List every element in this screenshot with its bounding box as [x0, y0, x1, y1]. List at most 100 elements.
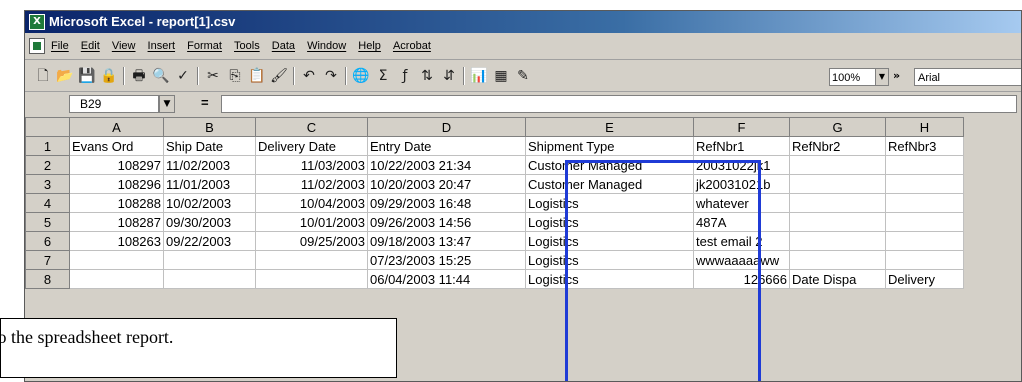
cell-h4[interactable]	[885, 193, 964, 213]
cell-h5[interactable]	[885, 212, 964, 232]
cell-c7[interactable]	[255, 250, 368, 270]
redo-icon[interactable]: ↷	[321, 66, 341, 86]
cell-b7[interactable]	[163, 250, 256, 270]
cell-g7[interactable]	[789, 250, 886, 270]
menu-format[interactable]: Format	[187, 40, 222, 52]
menu-view[interactable]: View	[112, 40, 136, 52]
cell-g6[interactable]	[789, 231, 886, 251]
zoom-select[interactable]: 100% ▼	[829, 68, 889, 86]
row-header[interactable]: 6	[25, 231, 70, 251]
cell-d7[interactable]: 07/23/2003 15:25	[367, 250, 526, 270]
cell-d4[interactable]: 09/29/2003 16:48	[367, 193, 526, 213]
name-box[interactable]: B29	[69, 95, 159, 113]
function-icon[interactable]: ƒ	[395, 66, 415, 86]
sort-ascending-icon[interactable]: ⇅	[417, 66, 437, 86]
cell-d1[interactable]: Entry Date	[367, 136, 526, 156]
drawing-icon[interactable]: ✎	[513, 66, 533, 86]
cell-d3[interactable]: 10/20/2003 20:47	[367, 174, 526, 194]
cell-c5[interactable]: 10/01/2003	[255, 212, 368, 232]
cell-a7[interactable]	[69, 250, 164, 270]
cell-a5[interactable]: 108287	[69, 212, 164, 232]
select-all-corner[interactable]	[25, 117, 70, 137]
cell-b3[interactable]: 11/01/2003	[163, 174, 256, 194]
cell-c8[interactable]	[255, 269, 368, 289]
menu-data[interactable]: Data	[272, 40, 295, 52]
cell-a6[interactable]: 108263	[69, 231, 164, 251]
cell-b6[interactable]: 09/22/2003	[163, 231, 256, 251]
cell-g3[interactable]	[789, 174, 886, 194]
cell-h6[interactable]	[885, 231, 964, 251]
cell-h8[interactable]: Delivery	[885, 269, 964, 289]
workbook-icon[interactable]	[29, 38, 45, 54]
cut-icon[interactable]: ✂	[203, 66, 223, 86]
title-bar[interactable]: X Microsoft Excel - report[1].csv	[25, 11, 1021, 33]
print-icon[interactable]: 🖶	[129, 66, 149, 86]
cell-c3[interactable]: 11/02/2003	[255, 174, 368, 194]
cell-h3[interactable]	[885, 174, 964, 194]
row-header[interactable]: 8	[25, 269, 70, 289]
column-header-f[interactable]: F	[693, 117, 790, 137]
copy-icon[interactable]: ⎘	[225, 66, 245, 86]
formula-input[interactable]	[221, 95, 1017, 113]
cell-e1[interactable]: Shipment Type	[525, 136, 694, 156]
spelling-icon[interactable]: ✓	[173, 66, 193, 86]
cell-c6[interactable]: 09/25/2003	[255, 231, 368, 251]
print-preview-icon[interactable]: 🔍	[151, 66, 171, 86]
cell-b5[interactable]: 09/30/2003	[163, 212, 256, 232]
column-header-c[interactable]: C	[255, 117, 368, 137]
cell-h1[interactable]: RefNbr3	[885, 136, 964, 156]
cell-d5[interactable]: 09/26/2003 14:56	[367, 212, 526, 232]
cell-b4[interactable]: 10/02/2003	[163, 193, 256, 213]
column-header-a[interactable]: A	[69, 117, 164, 137]
menu-window[interactable]: Window	[307, 40, 346, 52]
cell-f1[interactable]: RefNbr1	[693, 136, 790, 156]
cell-g8[interactable]: Date Dispa	[789, 269, 886, 289]
cell-c1[interactable]: Delivery Date	[255, 136, 368, 156]
cell-g2[interactable]	[789, 155, 886, 175]
cell-a4[interactable]: 108288	[69, 193, 164, 213]
cell-d2[interactable]: 10/22/2003 21:34	[367, 155, 526, 175]
font-select[interactable]: Arial	[914, 68, 1021, 86]
row-header[interactable]: 1	[25, 136, 70, 156]
chevron-down-icon[interactable]: ▼	[875, 69, 888, 85]
cell-d8[interactable]: 06/04/2003 11:44	[367, 269, 526, 289]
menu-acrobat[interactable]: Acrobat	[393, 40, 431, 52]
menu-help[interactable]: Help	[358, 40, 381, 52]
column-header-e[interactable]: E	[525, 117, 694, 137]
row-header[interactable]: 3	[25, 174, 70, 194]
column-header-h[interactable]: H	[885, 117, 964, 137]
cell-b1[interactable]: Ship Date	[163, 136, 256, 156]
undo-icon[interactable]: ↶	[299, 66, 319, 86]
column-header-d[interactable]: D	[367, 117, 526, 137]
chart-wizard-icon[interactable]: 📊	[469, 66, 489, 86]
map-icon[interactable]: ▦	[491, 66, 511, 86]
cell-a2[interactable]: 108297	[69, 155, 164, 175]
autosum-icon[interactable]: Σ	[373, 66, 393, 86]
menu-insert[interactable]: Insert	[148, 40, 176, 52]
row-header[interactable]: 5	[25, 212, 70, 232]
menu-file[interactable]: File	[51, 40, 69, 52]
new-icon[interactable]: 🗋	[33, 66, 53, 86]
cell-a8[interactable]	[69, 269, 164, 289]
paste-icon[interactable]: 📋	[247, 66, 267, 86]
cell-c4[interactable]: 10/04/2003	[255, 193, 368, 213]
menu-edit[interactable]: Edit	[81, 40, 100, 52]
toolbar-options-icon[interactable]: »	[893, 69, 900, 82]
row-header[interactable]: 7	[25, 250, 70, 270]
column-header-b[interactable]: B	[163, 117, 256, 137]
row-header[interactable]: 4	[25, 193, 70, 213]
edit-formula-button[interactable]: =	[201, 95, 209, 110]
cell-h7[interactable]	[885, 250, 964, 270]
row-header[interactable]: 2	[25, 155, 70, 175]
open-icon[interactable]: 📂	[55, 66, 75, 86]
cell-a3[interactable]: 108296	[69, 174, 164, 194]
cell-b8[interactable]	[163, 269, 256, 289]
cell-b2[interactable]: 11/02/2003	[163, 155, 256, 175]
chevron-down-icon[interactable]: ▼	[159, 95, 175, 113]
permission-icon[interactable]: 🔒	[99, 66, 119, 86]
cell-g4[interactable]	[789, 193, 886, 213]
cell-g1[interactable]: RefNbr2	[789, 136, 886, 156]
menu-tools[interactable]: Tools	[234, 40, 260, 52]
cell-a1[interactable]: Evans Ord	[69, 136, 164, 156]
sort-descending-icon[interactable]: ⇵	[439, 66, 459, 86]
